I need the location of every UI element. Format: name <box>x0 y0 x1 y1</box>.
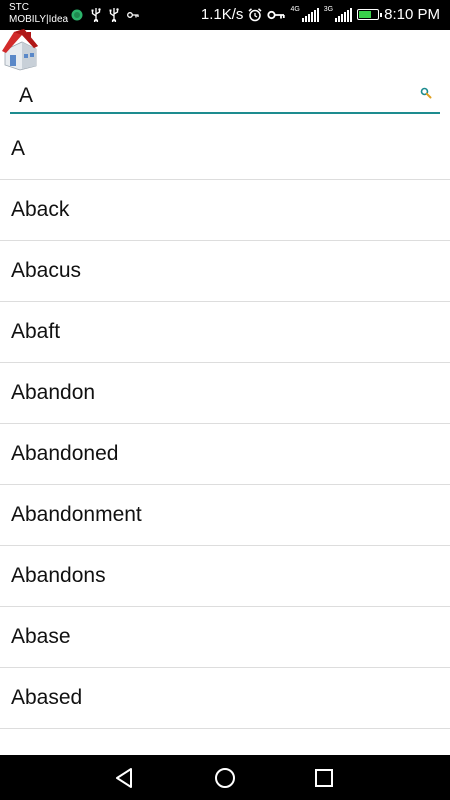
list-item[interactable]: Abandonment <box>0 485 450 546</box>
recents-icon[interactable] <box>311 765 337 791</box>
net-speed: 1.1K/s <box>200 6 244 23</box>
whatsapp-dot-icon <box>71 9 83 21</box>
list-item[interactable]: Abase <box>0 607 450 668</box>
home-circle-icon[interactable] <box>212 765 238 791</box>
list-item[interactable] <box>0 729 450 755</box>
list-item[interactable]: Abaft <box>0 302 450 363</box>
status-bar: STC MOBILY|Idea 1.1K/s 4G 3G 8:10 PM <box>0 0 450 30</box>
list-item[interactable]: A <box>0 119 450 180</box>
usb-icon <box>109 8 119 22</box>
sim1-network-label: 4G <box>290 6 300 13</box>
carrier-line-1: STC <box>9 2 29 13</box>
list-item[interactable]: Abandoned <box>0 424 450 485</box>
usb-icon <box>91 8 101 22</box>
list-item[interactable]: Abased <box>0 668 450 729</box>
vpn-key-icon <box>267 10 286 19</box>
search-input[interactable] <box>19 82 399 110</box>
list-item[interactable]: Abacus <box>0 241 450 302</box>
word-list: A Aback Abacus Abaft Abandon Abandoned Abandon… <box>0 119 450 755</box>
alarm-icon <box>248 7 262 21</box>
navigation-bar <box>0 755 450 800</box>
search-box <box>10 78 440 114</box>
notification-icons <box>71 8 139 22</box>
back-icon[interactable] <box>112 765 138 791</box>
list-item-label: Abaft <box>11 320 61 343</box>
list-item[interactable]: Abandon <box>0 363 450 424</box>
screen: STC MOBILY|Idea 1.1K/s 4G 3G 8:10 PM A A… <box>0 0 450 800</box>
list-item-label: Abandoned <box>11 442 119 465</box>
signal-icon <box>335 7 353 22</box>
status-right: 1.1K/s 4G 3G 8:10 PM <box>201 6 440 23</box>
list-item-label: Abased <box>11 686 83 709</box>
list-item[interactable]: Aback <box>0 180 450 241</box>
list-item-label: Abandon <box>11 381 96 404</box>
signal-icon <box>301 7 319 22</box>
list-item-label: Abandonment <box>11 503 142 526</box>
list-item-label: Abacus <box>11 259 82 282</box>
battery-charging-icon <box>357 9 383 20</box>
clock: 8:10 PM <box>384 6 440 23</box>
search-icon[interactable] <box>420 87 432 99</box>
carrier-info: STC MOBILY|Idea <box>9 2 68 26</box>
list-item[interactable]: Abandons <box>0 546 450 607</box>
list-item-label: Aback <box>11 198 70 221</box>
list-item-label: A <box>11 137 26 160</box>
home-icon[interactable] <box>0 29 40 71</box>
sim2-network-label: 3G <box>323 6 334 13</box>
list-item-label: Abandons <box>11 564 106 587</box>
list-item-label: Abase <box>11 625 71 648</box>
carrier-line-2: MOBILY|Idea <box>9 14 69 25</box>
key-icon <box>127 12 139 18</box>
